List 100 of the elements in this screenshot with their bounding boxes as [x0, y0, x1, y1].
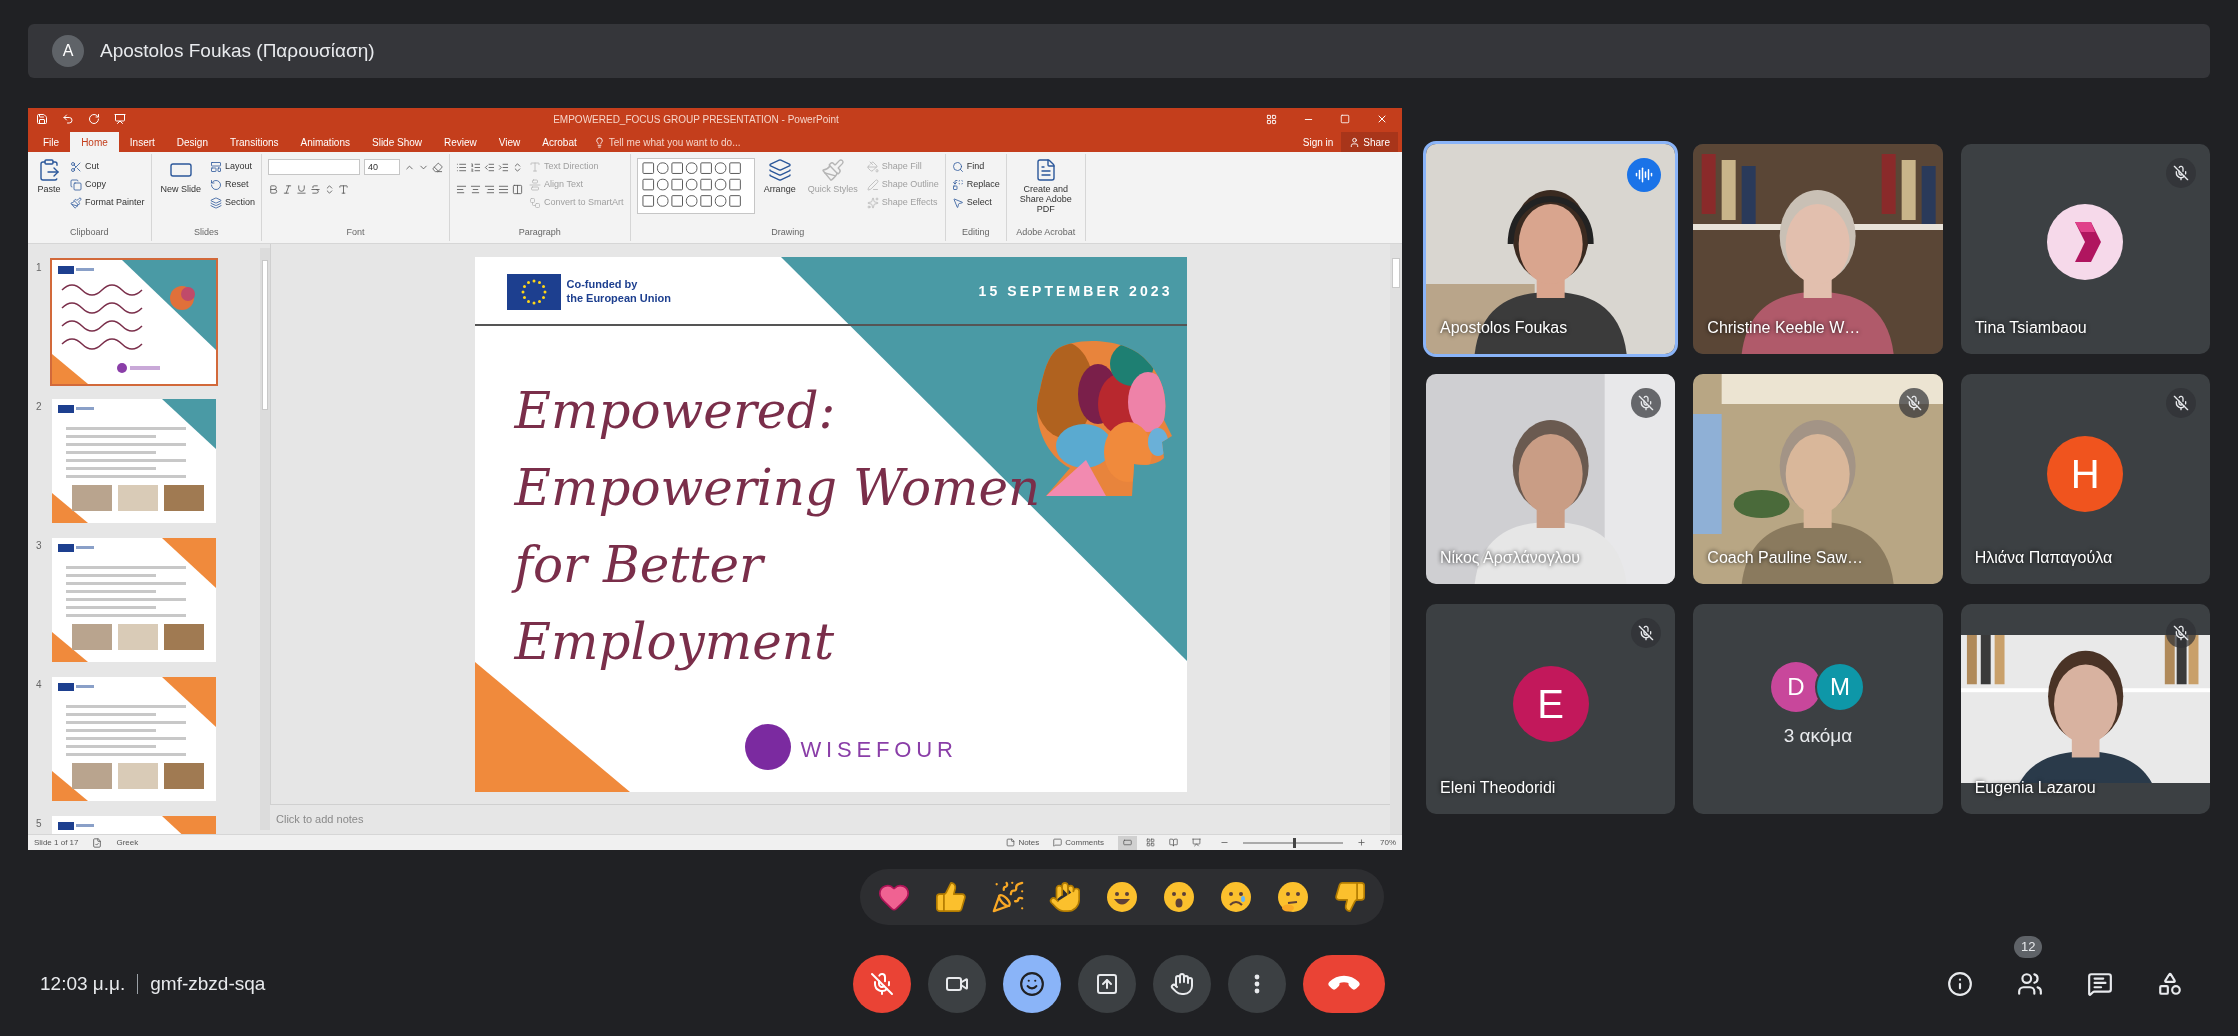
scrollbar[interactable] — [260, 248, 270, 830]
slide-number: 4 — [36, 678, 43, 692]
participant-count: 12 — [2014, 936, 2043, 958]
ribbon-tab[interactable]: Animations — [289, 132, 361, 152]
slideshow-icon[interactable] — [114, 113, 126, 125]
ribbon-tab[interactable]: View — [487, 132, 532, 152]
ribbon-icon — [866, 179, 879, 191]
ribbon-group-label: Clipboard — [69, 225, 110, 239]
share-button[interactable]: Share — [1341, 132, 1398, 152]
ribbon-icon — [951, 161, 964, 173]
slide-number: 3 — [36, 539, 43, 553]
format-icon[interactable] — [456, 183, 468, 195]
redo-icon[interactable] — [88, 113, 100, 125]
format-icon[interactable] — [498, 183, 510, 195]
ribbon-tab[interactable]: Acrobat — [531, 132, 588, 152]
ribbon-tab[interactable]: Review — [433, 132, 488, 152]
ribbon-icon — [529, 161, 542, 173]
font-name-field[interactable] — [268, 159, 361, 175]
sign-in-link[interactable]: Sign in — [1294, 132, 1342, 152]
ribbon-button[interactable]: Replace — [951, 176, 1000, 194]
ribbon-tab[interactable]: Slide Show — [361, 132, 433, 152]
lightbulb-icon — [593, 136, 605, 148]
ribbon-tab[interactable]: Design — [165, 132, 219, 152]
ribbon-tab[interactable]: Transitions — [218, 132, 290, 152]
ribbon-button[interactable]: Copy — [70, 176, 145, 194]
eu-flag — [506, 273, 561, 310]
participant-tile[interactable]: Eugenia Lazarou — [1960, 604, 2210, 814]
format-icon[interactable] — [282, 183, 294, 195]
format-icon[interactable] — [432, 161, 444, 173]
participant-tile[interactable]: E Eleni Theodoridi — [1426, 604, 1676, 814]
people-icon — [2017, 971, 2043, 997]
ribbon-icon — [951, 197, 964, 209]
view-icon — [1192, 838, 1201, 847]
zoom-thumb[interactable] — [1293, 837, 1296, 848]
end-call-button[interactable] — [1303, 955, 1385, 1013]
maximize-icon[interactable] — [1340, 114, 1350, 124]
ribbon-icon — [529, 179, 542, 191]
format-icon[interactable] — [296, 183, 308, 195]
participant-tile[interactable]: D M 3 ακόμα — [1693, 604, 1943, 814]
save-icon[interactable] — [36, 113, 48, 125]
ribbon-tab[interactable]: Insert — [118, 132, 166, 152]
spellcheck-icon[interactable] — [92, 837, 103, 848]
meeting-code: gmf-zbzd-sqa — [150, 971, 266, 996]
reactions-button[interactable] — [1003, 955, 1061, 1013]
format-icon[interactable] — [456, 161, 468, 173]
ribbon-button[interactable]: Arrange — [760, 158, 799, 194]
ribbon-group-label: Font — [345, 225, 366, 239]
format-icon[interactable] — [268, 183, 280, 195]
ribbon-button[interactable]: New Slide — [157, 158, 205, 194]
ribbon-button[interactable]: Cut — [70, 158, 145, 176]
slide-thumbnail[interactable] — [52, 260, 216, 384]
slide-number: 1 — [36, 261, 43, 275]
format-icon[interactable] — [338, 183, 350, 195]
participant-tile[interactable]: Νίκος Αρσλάνογλου — [1426, 374, 1676, 584]
ribbon-button[interactable]: Find — [951, 158, 1000, 176]
zoom-in-icon[interactable] — [1357, 838, 1366, 847]
slide-thumbnail[interactable] — [52, 399, 216, 523]
slide-thumbnail[interactable] — [52, 538, 216, 662]
ribbon-button[interactable]: Create and Share Adobe PDF — [1012, 158, 1079, 214]
ribbon-tab[interactable]: File — [32, 132, 71, 152]
participant-tile[interactable]: Tina Tsiambaou — [1960, 144, 2210, 354]
ribbon-button[interactable]: Reset — [210, 176, 256, 194]
avatar: H — [2047, 436, 2124, 512]
ribbon-button[interactable]: Format Painter — [70, 194, 145, 212]
participant-tile[interactable]: Coach Pauline Saw… — [1693, 374, 1943, 584]
undo-icon[interactable] — [62, 113, 74, 125]
font-size-field[interactable]: 40 — [364, 159, 401, 175]
format-icon[interactable] — [484, 183, 496, 195]
ribbon-icon — [866, 161, 879, 173]
shapes-gallery[interactable] — [636, 158, 755, 214]
zoom-level[interactable]: 70% — [1380, 836, 1396, 849]
format-icon[interactable] — [498, 161, 510, 173]
format-icon[interactable] — [310, 183, 322, 195]
participant-name: Eugenia Lazarou — [1974, 778, 2096, 798]
slide-thumbnail[interactable] — [52, 677, 216, 801]
logo-wordmark: WISEFOUR — [800, 735, 958, 764]
ribbon-icon — [820, 158, 845, 182]
ribbon-button[interactable]: Select — [951, 194, 1000, 212]
ribbon-button[interactable]: Layout — [210, 158, 256, 176]
slide-counter: Slide 1 of 17 — [34, 836, 79, 849]
format-icon[interactable] — [470, 161, 482, 173]
ribbon-group-label: Adobe Acrobat — [1015, 225, 1077, 239]
ribbon-options-icon[interactable] — [1266, 113, 1277, 125]
microphone-off-icon — [870, 972, 894, 996]
participant-tile[interactable]: H Ηλιάνα Παπαγούλα — [1960, 374, 2210, 584]
format-icon[interactable] — [512, 183, 524, 195]
format-icon[interactable] — [484, 161, 496, 173]
comments-button[interactable]: Comments — [1053, 836, 1104, 849]
view-button[interactable] — [1118, 835, 1137, 850]
ribbon-tab[interactable]: Home — [70, 132, 119, 152]
language-label[interactable]: Greek — [116, 836, 139, 849]
notes-button[interactable]: Notes — [1006, 836, 1040, 849]
participant-tile[interactable]: Christine Keeble W… — [1693, 144, 1943, 354]
format-icon[interactable] — [470, 183, 482, 195]
tell-me-field[interactable]: Tell me what you want to do... — [608, 134, 741, 150]
scrollbar[interactable] — [1390, 244, 1402, 834]
close-icon[interactable] — [1376, 113, 1388, 125]
ribbon-button[interactable]: Paste — [34, 158, 64, 194]
microphone-button[interactable] — [853, 955, 911, 1013]
ribbon-button[interactable]: Section — [210, 194, 256, 212]
